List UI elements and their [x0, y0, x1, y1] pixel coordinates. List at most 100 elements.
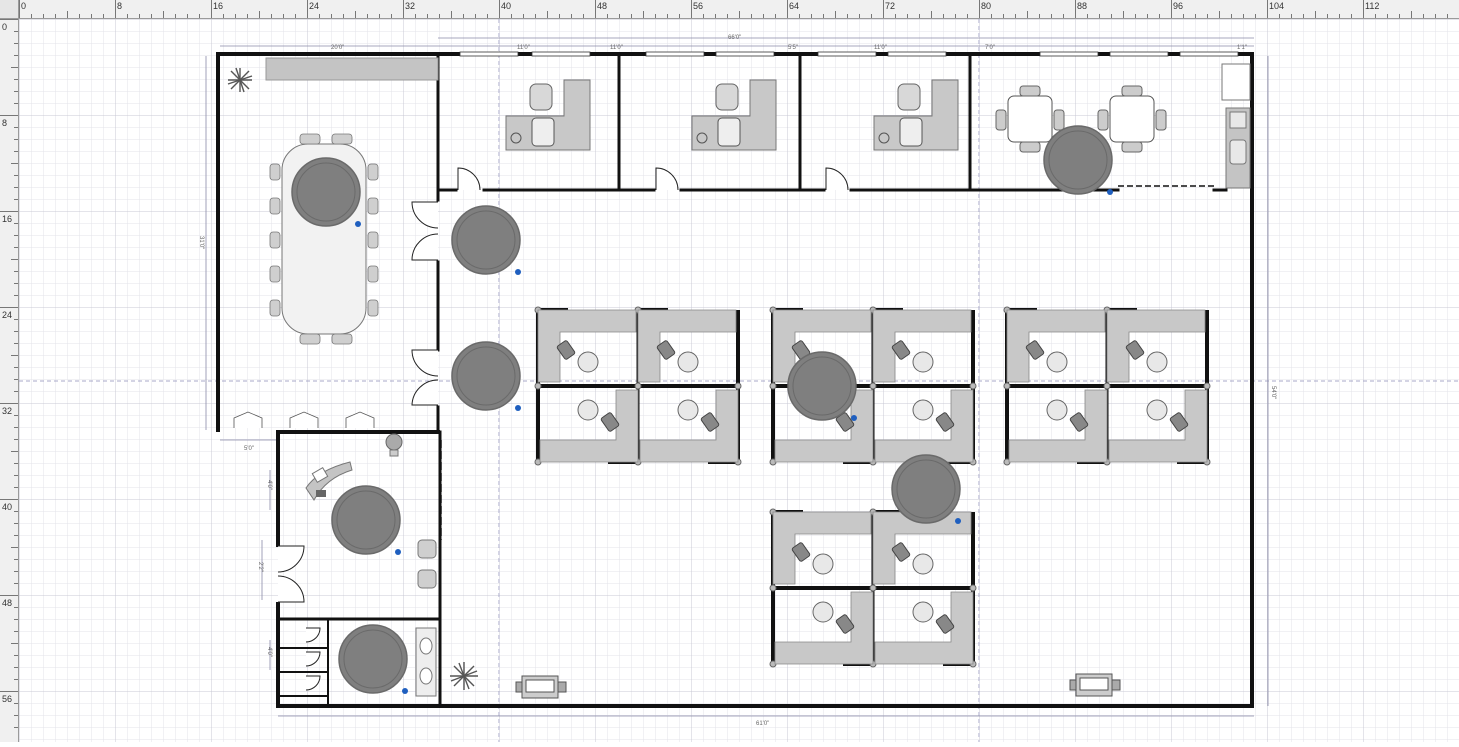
desk-chair-icon[interactable]	[1146, 351, 1168, 373]
ruler-label: 16	[2, 214, 13, 224]
window[interactable]	[887, 51, 947, 57]
ruler-label: 8	[117, 1, 123, 11]
dim-reception-door: 2'2"	[257, 562, 263, 572]
chair-icon[interactable]	[269, 231, 281, 249]
dim-reception-offset: 5'0"	[244, 446, 254, 452]
desk-chair-icon[interactable]	[897, 83, 921, 111]
chair-icon[interactable]	[331, 133, 353, 145]
desk-chair-icon[interactable]	[577, 399, 599, 421]
marker-circle[interactable]	[451, 205, 521, 275]
desk-chair-icon[interactable]	[1046, 351, 1068, 373]
ruler-label: 64	[789, 1, 800, 11]
marker-circle[interactable]	[787, 351, 857, 421]
desk-chair-icon[interactable]	[1146, 399, 1168, 421]
desk-chair-icon[interactable]	[912, 399, 934, 421]
windows[interactable]	[459, 51, 1239, 57]
panel-post	[969, 584, 977, 592]
plant-icon	[450, 662, 478, 690]
chair-icon[interactable]	[367, 163, 379, 181]
window[interactable]	[1109, 51, 1169, 57]
dim-office2-width: 11'0"	[610, 45, 623, 51]
window[interactable]	[459, 51, 519, 57]
panel-post	[1003, 382, 1011, 390]
chair-icon[interactable]	[269, 163, 281, 181]
ruler-label: 40	[501, 1, 512, 11]
chair-icon[interactable]	[269, 197, 281, 215]
window[interactable]	[645, 51, 705, 57]
info-icon[interactable]	[1107, 189, 1113, 195]
dim-conference-width: 20'0"	[331, 45, 344, 51]
info-icon[interactable]	[402, 688, 408, 694]
panel-post	[969, 382, 977, 390]
dim-bottom-width: 61'0"	[756, 721, 769, 727]
ruler-label: 24	[2, 310, 13, 320]
plant-pot	[385, 433, 403, 451]
panel-post	[869, 382, 877, 390]
ruler-label: 96	[1173, 1, 1184, 11]
desk-chair-icon[interactable]	[529, 83, 553, 111]
info-icon[interactable]	[395, 549, 401, 555]
desk-chair-icon[interactable]	[812, 601, 834, 623]
info-icon[interactable]	[515, 269, 521, 275]
chair-icon[interactable]	[367, 265, 379, 283]
ruler-label: 40	[2, 502, 13, 512]
info-icon[interactable]	[355, 221, 361, 227]
dim-reception-height: 4'0"	[266, 480, 272, 490]
marker-circle[interactable]	[331, 485, 401, 555]
sink-icon	[419, 667, 433, 685]
printer-icon[interactable]	[1069, 673, 1121, 697]
chair-icon[interactable]	[367, 197, 379, 215]
chair-icon[interactable]	[299, 133, 321, 145]
desk-chair-icon[interactable]	[912, 601, 934, 623]
printer-icon[interactable]	[515, 675, 567, 699]
window[interactable]	[1179, 51, 1239, 57]
drawing-canvas[interactable]: 66'0" 61'0" 20'0" 11'0" 11'0" 5'5" 11'0"…	[19, 19, 1459, 742]
window[interactable]	[817, 51, 877, 57]
chair-icon[interactable]	[367, 299, 379, 317]
chair-icon[interactable]	[299, 333, 321, 345]
dim-kitchen-width: 1'1"	[1237, 45, 1247, 51]
dim-office3-width: 5'5"	[788, 45, 798, 51]
desk-chair-icon[interactable]	[677, 399, 699, 421]
ruler-label: 16	[213, 1, 224, 11]
ruler-corner	[0, 0, 19, 19]
desk-chair-icon[interactable]	[1046, 399, 1068, 421]
info-icon[interactable]	[955, 518, 961, 524]
ruler-label: 32	[2, 406, 13, 416]
window[interactable]	[715, 51, 775, 57]
ruler-label: 8	[2, 118, 8, 128]
desk-chair-icon[interactable]	[577, 351, 599, 373]
window[interactable]	[1039, 51, 1099, 57]
dim-restroom-height: 4'0"	[266, 647, 272, 657]
marker-circle[interactable]	[291, 157, 361, 227]
chair-icon[interactable]	[367, 231, 379, 249]
info-icon[interactable]	[851, 415, 857, 421]
panel-post	[769, 584, 777, 592]
ruler-label: 56	[693, 1, 704, 11]
desk-chair-icon[interactable]	[912, 553, 934, 575]
desk-chair-icon[interactable]	[715, 83, 739, 111]
marker-circle[interactable]	[338, 624, 408, 694]
desk-chair-icon[interactable]	[912, 351, 934, 373]
ruler-label: 48	[2, 598, 13, 608]
chair-icon[interactable]	[331, 333, 353, 345]
marker-circle[interactable]	[451, 341, 521, 411]
chair-icon[interactable]	[269, 265, 281, 283]
dim-left-height: 31'0"	[198, 236, 204, 249]
guest-chair-icon[interactable]	[717, 117, 741, 147]
ruler-label: 56	[2, 694, 13, 704]
vertical-ruler[interactable]: 0 8 16 24 32 40 48 56	[0, 18, 19, 742]
chair-icon[interactable]	[269, 299, 281, 317]
desk-chair-icon[interactable]	[677, 351, 699, 373]
guest-chair-icon[interactable]	[531, 117, 555, 147]
desk-chair-icon[interactable]	[812, 553, 834, 575]
refrigerator[interactable]	[1221, 63, 1251, 101]
credenza[interactable]	[265, 57, 439, 81]
ruler-label: 112	[1365, 1, 1380, 11]
info-icon[interactable]	[515, 405, 521, 411]
marker-circle[interactable]	[891, 454, 961, 524]
window[interactable]	[531, 51, 591, 57]
guest-chair-icon[interactable]	[899, 117, 923, 147]
marker-circle[interactable]	[1043, 125, 1113, 195]
horizontal-ruler[interactable]: 0 8 16 24 32 40 48 56 64 72 80 88 96 104 112	[0, 0, 1459, 19]
